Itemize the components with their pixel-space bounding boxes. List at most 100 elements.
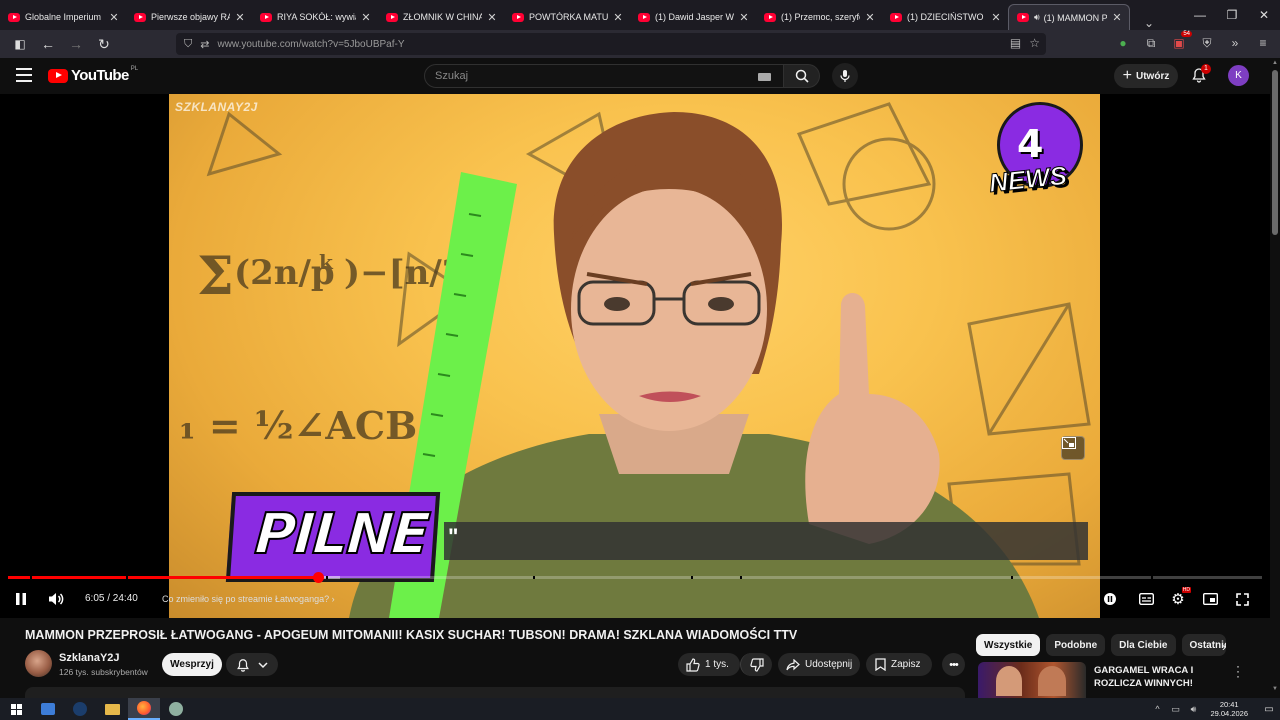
chapter-title[interactable]: Co zmieniło się po streamie Łatwoganga? … <box>162 594 335 604</box>
miniplayer-button[interactable] <box>1201 587 1219 611</box>
browser-tab[interactable]: (1) DZIECIŃSTWO NA SP ✕ <box>882 4 1008 30</box>
chevron-right-icon[interactable]: › <box>1222 640 1234 654</box>
voice-search-button[interactable] <box>832 63 858 89</box>
addon-icon[interactable]: ▣ 54 <box>1170 31 1192 52</box>
close-tab-icon[interactable]: ✕ <box>234 11 246 24</box>
menu-icon[interactable] <box>16 68 32 82</box>
autoplay-toggle[interactable] <box>1101 587 1119 611</box>
progress-bar[interactable] <box>8 572 1262 583</box>
app-menu-icon[interactable]: ≡ <box>1254 34 1272 52</box>
video-player[interactable]: Σ (2n/p k )−[n/2] ₁ = ½∠ACB SZKLANAY2J 4… <box>0 94 1270 618</box>
chip-similar[interactable]: Podobne <box>1046 634 1106 656</box>
shield-addon-icon[interactable]: ⛨ <box>1198 34 1216 52</box>
recommended-thumbnail[interactable] <box>978 662 1086 698</box>
more-vertical-icon[interactable]: · · · <box>1234 660 1242 682</box>
url-text[interactable]: www.youtube.com/watch?v=5JboUBPaf-Y <box>217 39 404 50</box>
subscription-bell-button[interactable] <box>226 653 278 676</box>
forward-icon[interactable]: → <box>64 32 88 56</box>
extensions-icon[interactable]: ⧉ <box>1142 34 1160 52</box>
recommended-video-title[interactable]: GARGAMEL WRACA I ROZLICZA WINNYCH! <box>1094 664 1214 690</box>
network-icon[interactable]: ▭ <box>1168 702 1182 716</box>
tray-chevron-icon[interactable]: ^ <box>1150 702 1164 716</box>
create-label: Utwórz <box>1136 70 1170 82</box>
search-button[interactable] <box>784 64 820 88</box>
close-tab-icon[interactable]: ✕ <box>486 11 498 24</box>
reload-icon[interactable]: ↻ <box>92 32 116 56</box>
reader-view-icon[interactable]: ▤ <box>1010 36 1021 50</box>
close-tab-icon[interactable]: ✕ <box>1111 11 1123 24</box>
bookmark-star-icon[interactable]: ☆ <box>1029 36 1040 50</box>
scroll-up-icon[interactable]: ▲ <box>1271 60 1279 66</box>
browser-tab[interactable]: POWTÓRKA MATURALN ✕ <box>504 4 630 30</box>
browser-tab[interactable]: ZŁOMNIK W CHINACH # ✕ <box>378 4 504 30</box>
chip-for-you[interactable]: Dla Ciebie <box>1111 634 1176 656</box>
restore-icon[interactable]: ❐ <box>1216 0 1248 30</box>
miniplayer-icon <box>1202 593 1218 605</box>
scroll-down-icon[interactable]: ▼ <box>1271 686 1279 692</box>
share-button[interactable]: Udostępnij <box>778 653 860 676</box>
notifications-button[interactable]: 1 <box>1191 64 1211 85</box>
youtube-favicon-icon <box>890 12 902 22</box>
subtitles-button[interactable] <box>1137 587 1155 611</box>
pause-button[interactable] <box>11 587 31 611</box>
like-button[interactable]: 1 tys. <box>678 653 740 676</box>
scrollbar-thumb[interactable] <box>1272 70 1278 235</box>
support-button[interactable]: Wesprzyj <box>162 653 222 676</box>
channel-avatar[interactable] <box>25 650 52 677</box>
close-tab-icon[interactable]: ✕ <box>108 11 120 24</box>
taskbar-app-firefox[interactable] <box>128 698 160 720</box>
mute-button[interactable] <box>46 587 66 611</box>
volume-tray-icon[interactable]: 🔊︎ <box>1186 702 1200 716</box>
settings-button[interactable]: ⚙ HD <box>1169 587 1191 611</box>
notification-center-icon[interactable]: ▭ <box>1258 698 1280 720</box>
close-window-icon[interactable]: ✕ <box>1248 0 1280 30</box>
close-tab-icon[interactable]: ✕ <box>612 11 624 24</box>
tab-title: (1) Dawid Jasper WIZYTA <box>655 12 734 22</box>
miniplayer-overlay-button[interactable] <box>1061 436 1085 460</box>
video-frame[interactable]: Σ (2n/p k )−[n/2] ₁ = ½∠ACB SZKLANAY2J 4… <box>169 94 1100 618</box>
keyboard-icon[interactable] <box>758 73 771 81</box>
browser-tab[interactable]: (1) Dawid Jasper WIZYTA ✕ <box>630 4 756 30</box>
dislike-button[interactable] <box>740 653 772 676</box>
save-button[interactable]: Zapisz <box>866 653 932 676</box>
shield-icon[interactable]: ⛉ <box>184 38 192 51</box>
minimize-icon[interactable]: — <box>1184 0 1216 30</box>
search-box[interactable] <box>424 64 784 88</box>
more-actions-button[interactable]: ••• <box>942 653 965 676</box>
close-tab-icon[interactable]: ✕ <box>990 11 1002 24</box>
vpn-icon[interactable]: ● <box>1114 34 1132 52</box>
youtube-logo[interactable]: YouTube PL <box>48 66 138 84</box>
chip-recent[interactable]: Ostatnio <box>1181 634 1226 656</box>
close-tab-icon[interactable]: ✕ <box>360 11 372 24</box>
permissions-icon[interactable]: ⇄ <box>200 38 209 51</box>
address-bar[interactable]: ⛉ ⇄ www.youtube.com/watch?v=5JboUBPaf-Y … <box>176 33 1046 55</box>
channel-name[interactable]: SzklanaY2J <box>59 652 120 664</box>
close-tab-icon[interactable]: ✕ <box>864 11 876 24</box>
taskbar-app-steam[interactable] <box>64 698 96 720</box>
overflow-menu-icon[interactable]: » <box>1226 34 1244 52</box>
browser-tab-active[interactable]: 🔊︎(1) MAMMON PRZEP ✕ <box>1008 4 1130 30</box>
back-icon[interactable]: ← <box>36 32 60 56</box>
sidebar-toggle-icon[interactable]: ◧ <box>8 32 32 56</box>
description-box[interactable] <box>25 687 965 698</box>
start-button[interactable] <box>0 698 32 720</box>
list-all-tabs-icon[interactable]: ⌄ <box>1134 16 1164 30</box>
fullscreen-button[interactable] <box>1233 587 1251 611</box>
account-avatar[interactable]: K <box>1228 65 1249 86</box>
taskbar-app-monitor[interactable] <box>32 698 64 720</box>
create-button[interactable]: + Utwórz <box>1114 64 1178 88</box>
speaker-icon[interactable]: 🔊︎ <box>1034 12 1040 23</box>
progress-scrubber[interactable] <box>312 572 324 583</box>
search-input[interactable] <box>435 70 755 82</box>
taskbar-app-other[interactable] <box>160 698 192 720</box>
browser-tab[interactable]: RIYA SOKÓŁ: wywiad, pie ✕ <box>252 4 378 30</box>
page-scrollbar[interactable]: ▲ ▼ <box>1270 58 1280 698</box>
close-tab-icon[interactable]: ✕ <box>738 11 750 24</box>
taskbar-app-explorer[interactable] <box>96 698 128 720</box>
system-clock[interactable]: 20:41 29.04.2026 <box>1210 700 1248 718</box>
chip-all[interactable]: Wszystkie <box>976 634 1041 656</box>
browser-tab[interactable]: Globalne Imperium Bezk ✕ <box>0 4 126 30</box>
bell-icon <box>237 658 249 672</box>
browser-tab[interactable]: Pierwsze objawy RAKA P ✕ <box>126 4 252 30</box>
browser-tab[interactable]: (1) Przemoc, szeryfowani ✕ <box>756 4 882 30</box>
